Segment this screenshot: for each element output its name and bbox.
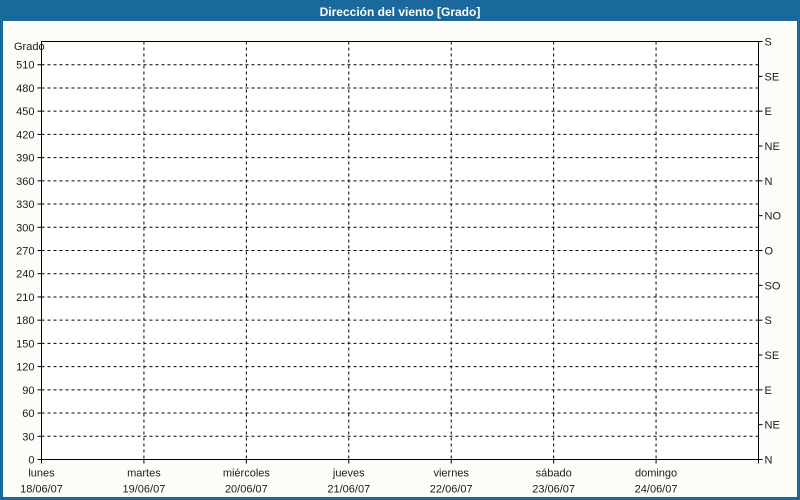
x-day-label: domingo [635, 468, 677, 480]
y-left-tick-label: 210 [16, 292, 34, 304]
chart-title: Dirección del viento [Grado] [319, 5, 481, 19]
y-left-tick-label: 90 [22, 385, 34, 397]
y-right-tick-label: S [765, 37, 772, 49]
wind-direction-chart: 0 30 60 90 120 150 180 210 240 270 300 330 360 390 420… [14, 37, 782, 496]
y-left-tick-label: 390 [16, 153, 34, 165]
y-left-tick-label: 30 [22, 431, 34, 443]
y-left-tick-label: 240 [16, 269, 34, 281]
y-left-tick-label: 270 [16, 246, 34, 258]
y-right-tick-label: SE [765, 350, 780, 362]
x-day-label: viernes [433, 468, 469, 480]
plot-border [41, 41, 759, 460]
x-day-label: lunes [28, 468, 55, 480]
x-day-label: sábado [536, 468, 572, 480]
y-left-tick-label: 180 [16, 315, 34, 327]
chart-title-bar: Dirección del viento [Grado] [3, 3, 797, 21]
y-left-tick-label: 300 [16, 222, 34, 234]
y-left-tick-label: 510 [16, 60, 34, 72]
y-left-tick-label: 60 [22, 408, 34, 420]
x-date-label: 19/06/07 [123, 484, 166, 496]
y-left-axis-title: Grado [14, 41, 45, 53]
x-date-label: 18/06/07 [20, 484, 63, 496]
x-date-label: 21/06/07 [327, 484, 370, 496]
x-date-label: 23/06/07 [532, 484, 575, 496]
y-right-tick-label: SO [765, 280, 781, 292]
chart-window: Dirección del viento [Grado] 0 30 60 90 120 1… [0, 0, 800, 500]
x-date-label: 22/06/07 [430, 484, 473, 496]
x-date-label: 20/06/07 [225, 484, 268, 496]
y-left-tick-label: 150 [16, 338, 34, 350]
y-right-tick-label: E [765, 106, 772, 118]
y-left-tick-label: 450 [16, 106, 34, 118]
y-right-tick-label: S [765, 315, 772, 327]
y-right-tick-label: N [765, 455, 773, 467]
y-left-tick-label: 330 [16, 199, 34, 211]
x-date-label: 24/06/07 [635, 484, 678, 496]
y-right-tick-label: NO [765, 211, 782, 223]
y-right-tick-label: E [765, 385, 772, 397]
y-left-tick-label: 360 [16, 176, 34, 188]
y-right-tick-label: NE [765, 141, 780, 153]
chart-area: 0 30 60 90 120 150 180 210 240 270 300 330 360 390 420… [3, 21, 797, 497]
x-day-label: martes [127, 468, 161, 480]
y-left-tick-label: 480 [16, 83, 34, 95]
x-day-label: jueves [332, 468, 365, 480]
y-right-tick-label: SE [765, 71, 780, 83]
x-day-label: miércoles [223, 468, 271, 480]
y-left-tick-label: 120 [16, 362, 34, 374]
y-right-tick-label: N [765, 176, 773, 188]
y-right-tick-label: NE [765, 420, 780, 432]
y-left-tick-label: 420 [16, 129, 34, 141]
y-left-tick-label: 0 [28, 455, 34, 467]
y-right-tick-label: O [765, 246, 774, 258]
